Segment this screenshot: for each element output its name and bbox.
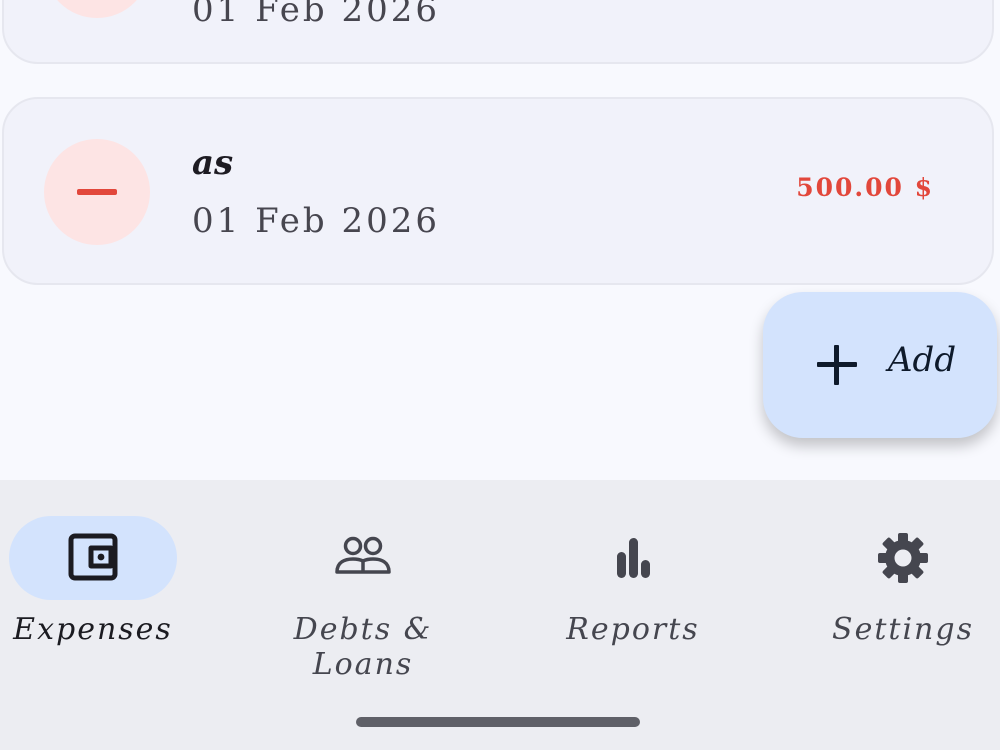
transaction-card[interactable]: 01 Feb 2026 <box>2 0 994 64</box>
app-screen: 01 Feb 2026 as 01 Feb 2026 500.00 $ Add … <box>0 0 1000 750</box>
transaction-date: 01 Feb 2026 <box>192 0 441 30</box>
people-icon <box>335 536 391 574</box>
transaction-title: as <box>192 143 234 183</box>
nav-label: Expenses <box>13 612 173 647</box>
nav-label: Settings <box>832 612 974 647</box>
plus-icon <box>817 345 857 385</box>
transaction-list: 01 Feb 2026 as 01 Feb 2026 500.00 $ Add <box>0 0 1000 480</box>
transaction-card[interactable]: as 01 Feb 2026 500.00 $ <box>2 97 994 285</box>
nav-label: Debts & Loans <box>293 612 433 682</box>
home-indicator[interactable] <box>356 717 640 727</box>
nav-item-expenses[interactable]: Expenses <box>0 516 213 656</box>
nav-label: Reports <box>566 612 700 647</box>
nav-item-debts-loans[interactable]: Debts & Loans <box>243 516 483 682</box>
gear-icon <box>878 533 928 583</box>
nav-item-settings[interactable]: Settings <box>783 516 1000 656</box>
nav-item-reports[interactable]: Reports <box>513 516 753 656</box>
wallet-icon <box>68 533 118 581</box>
add-button[interactable]: Add <box>763 292 997 438</box>
bottom-navigation: Expenses Debts & Loans Reports Settings <box>0 480 1000 750</box>
minus-icon <box>44 0 150 18</box>
minus-icon <box>44 139 150 245</box>
add-button-label: Add <box>888 340 957 380</box>
transaction-amount: 500.00 $ <box>796 173 934 202</box>
transaction-date: 01 Feb 2026 <box>192 201 441 241</box>
bar-chart-icon <box>617 538 650 578</box>
